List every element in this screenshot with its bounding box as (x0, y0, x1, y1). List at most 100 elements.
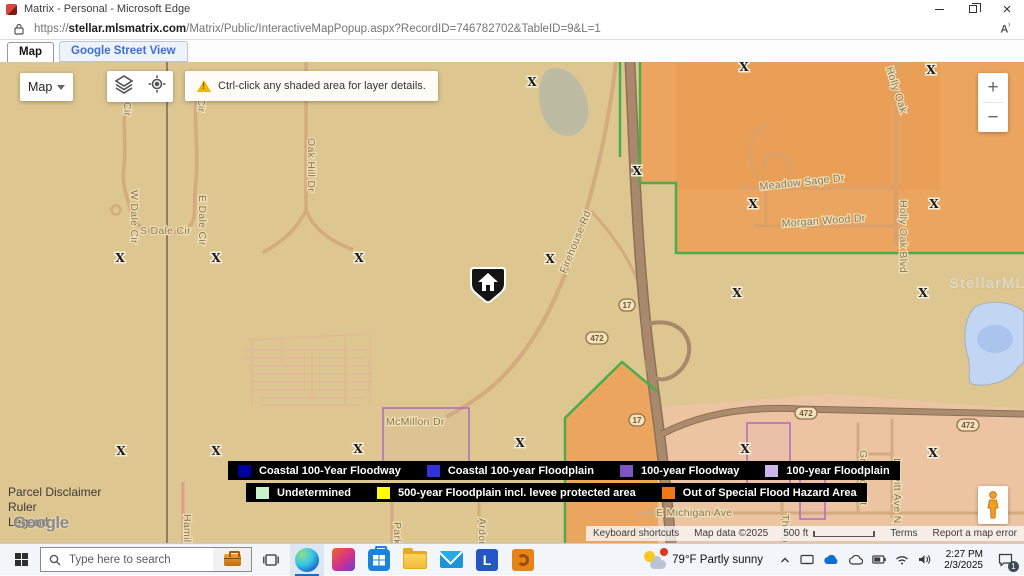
taskbar-store-button[interactable] (362, 544, 396, 576)
onedrive-icon[interactable] (823, 555, 839, 565)
taskbar-clock[interactable]: 2:27 PM 2/3/2025 (939, 549, 988, 571)
read-aloud-icon[interactable]: A⁾ (994, 22, 1016, 36)
keyboard-shortcuts-link[interactable]: Keyboard shortcuts (593, 528, 679, 539)
taskbar-file-explorer-button[interactable] (398, 544, 432, 576)
region-out-of-sfha-south[interactable] (565, 362, 658, 543)
legend-swatch (238, 465, 251, 477)
taskbar-search[interactable]: Type here to search (40, 547, 252, 572)
weather-widget[interactable]: 79°F Partly sunny (636, 544, 771, 576)
l-app-icon: L (476, 549, 498, 571)
taskbar-mail-button[interactable] (434, 544, 468, 576)
file-explorer-icon (403, 551, 427, 569)
flood-zone-x-marker: X (116, 444, 126, 458)
route-shield: 17 (619, 299, 635, 311)
flood-zone-x-marker: X (748, 197, 758, 211)
my-location-icon[interactable] (148, 75, 166, 98)
layers-icon[interactable] (114, 74, 134, 99)
map-scale: 500 ft (783, 528, 875, 539)
mail-icon (440, 551, 463, 568)
close-button[interactable]: × (990, 0, 1024, 18)
flood-zone-x-marker: X (211, 444, 221, 458)
search-icon (49, 554, 61, 566)
legend-item: Undetermined (256, 487, 351, 499)
legend-item: Coastal 100-year Floodplain (427, 465, 594, 477)
street-label: Cir (121, 102, 133, 117)
legend-swatch (256, 487, 269, 499)
search-highlight-button[interactable] (213, 548, 251, 571)
route-shield: 472 (586, 332, 608, 344)
flood-zone-x-marker: X (545, 252, 555, 266)
street-label: Hamilton Ave (181, 514, 193, 543)
scale-bar (813, 531, 875, 537)
flood-zone-x-marker: X (929, 197, 939, 211)
legend-label: 500-year Floodplain incl. levee protecte… (398, 487, 636, 499)
map-type-button[interactable]: Map (20, 73, 73, 101)
taskbar-m365-button[interactable] (326, 544, 360, 576)
taskbar-edge-button[interactable] (290, 544, 324, 576)
terms-link[interactable]: Terms (890, 528, 917, 539)
search-placeholder: Type here to search (69, 554, 213, 566)
scale-label: 500 ft (783, 528, 808, 539)
tab-map[interactable]: Map (7, 42, 54, 62)
volume-icon[interactable] (918, 554, 931, 565)
map-attribution: Keyboard shortcuts Map data ©2025 500 ft… (586, 526, 1024, 541)
minimize-button[interactable] (922, 0, 956, 18)
flood-legend-row: Undetermined 500-year Floodplain incl. le… (246, 483, 867, 502)
tray-tablet-icon[interactable] (800, 554, 814, 565)
briefcase-icon (224, 554, 241, 566)
restore-button[interactable] (956, 0, 990, 18)
start-button[interactable] (4, 544, 38, 576)
taskbar-l-app-button[interactable]: L (470, 544, 504, 576)
map-type-label: Map (28, 80, 52, 94)
google-logo[interactable]: Google (13, 513, 69, 533)
route-shield: 472 (957, 419, 979, 431)
chevron-down-icon (57, 85, 65, 90)
page-tab-bar: Map Google Street View (0, 40, 1024, 62)
battery-icon[interactable] (872, 555, 886, 564)
url-host: stellar.mlsmatrix.com (69, 23, 187, 35)
warning-icon (197, 80, 211, 92)
zoom-out-button[interactable]: − (978, 103, 1008, 132)
cloud-sync-icon[interactable] (848, 555, 863, 565)
street-label: W Dale Cir (128, 190, 140, 244)
zoom-in-button[interactable]: + (978, 73, 1008, 102)
legend-item: Out of Special Flood Hazard Area (662, 487, 857, 499)
task-view-button[interactable] (254, 544, 288, 576)
route-shield-number: 472 (590, 334, 604, 343)
taskbar-orange-app-button[interactable] (506, 544, 540, 576)
map-link-parcel-disclaimer[interactable]: Parcel Disclaimer (8, 485, 101, 500)
street-label: S Dale Cir (140, 225, 191, 237)
taskbar: Type here to search L 79°F Partly sunny (0, 543, 1024, 575)
route-shield-number: 472 (799, 409, 813, 418)
tab-google-street-view[interactable]: Google Street View (59, 41, 188, 62)
layer-hint-banner: Ctrl-click any shaded area for layer det… (185, 71, 438, 101)
street-label: McMillon Dr (386, 416, 445, 428)
orange-app-icon (512, 549, 534, 571)
action-center-button[interactable]: 1 (990, 544, 1020, 576)
weather-condition: Partly sunny (700, 554, 763, 566)
legend-label: Coastal 100-year Floodplain (448, 465, 594, 477)
zoom-controls: + − (978, 73, 1008, 132)
restore-icon (969, 5, 977, 13)
flood-map: CirCirW Dale CirE Dale CirS Dale CirOak … (0, 62, 1024, 543)
legend-label: Coastal 100-Year Floodway (259, 465, 401, 477)
report-map-error-link[interactable]: Report a map error (933, 528, 1017, 539)
layer-hint-text: Ctrl-click any shaded area for layer det… (218, 80, 426, 92)
map-data-label: Map data ©2025 (694, 528, 768, 539)
stellar-mls-watermark: StellarMLS (949, 275, 1024, 292)
street-label: Ardor Ln (476, 518, 488, 543)
address-bar: https://stellar.mlsmatrix.com/Matrix/Pub… (0, 18, 1024, 40)
browser-window: Matrix - Personal - Microsoft Edge × htt… (0, 0, 1024, 575)
url-field[interactable]: https://stellar.mlsmatrix.com/Matrix/Pub… (34, 23, 994, 35)
system-tray (773, 554, 937, 565)
m365-icon (332, 548, 355, 571)
legend-label: 100-year Floodway (641, 465, 739, 477)
minimize-icon (935, 9, 944, 10)
flood-zone-x-marker: X (211, 251, 221, 265)
wifi-icon[interactable] (895, 555, 909, 565)
microsoft-store-icon (368, 549, 390, 571)
property-marker[interactable] (471, 268, 505, 302)
legend-swatch (377, 487, 390, 499)
street-label: Parkman Ave (391, 522, 403, 543)
tray-chevron-up-icon[interactable] (779, 555, 791, 565)
